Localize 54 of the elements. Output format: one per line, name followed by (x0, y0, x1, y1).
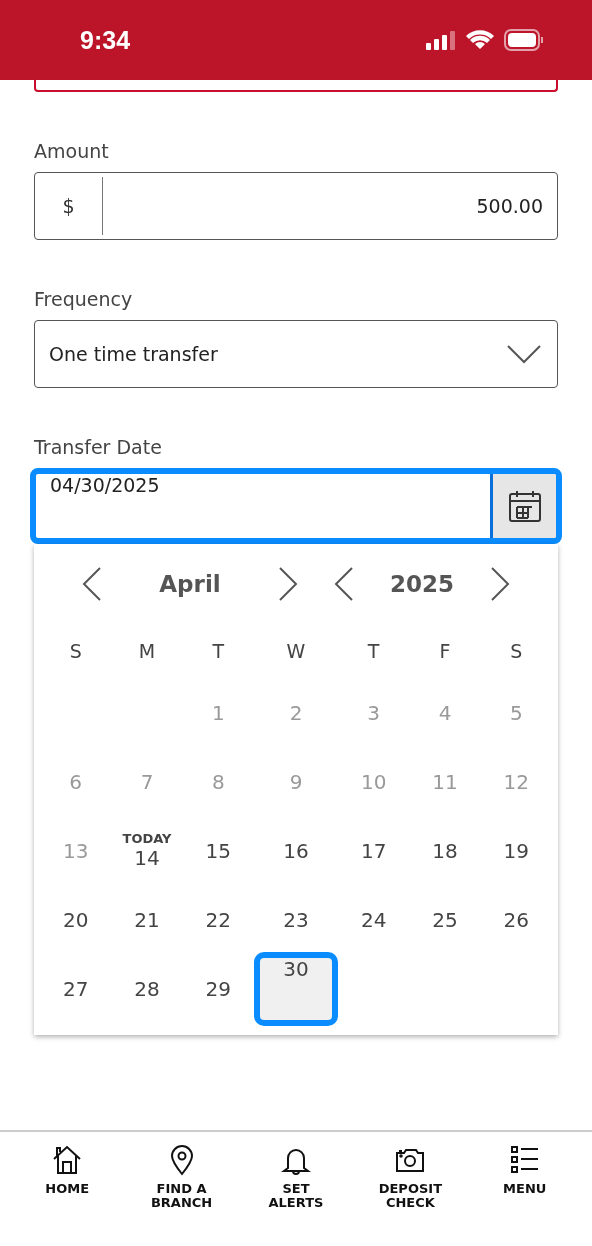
month-label: April (158, 571, 222, 597)
weekday-label: T (211, 639, 226, 664)
calendar-day[interactable]: 28 (134, 977, 160, 1000)
wifi-icon (466, 30, 494, 50)
calendar-day[interactable]: 17 (360, 839, 387, 862)
battery-icon (504, 29, 544, 51)
amount-field[interactable]: $ 500.00 (34, 172, 558, 240)
nav-item[interactable]: SET ALERTS (240, 1144, 351, 1246)
calendar-day[interactable]: 22 (205, 908, 232, 931)
frequency-dropdown[interactable]: One time transfer (34, 320, 558, 388)
chevron-left-icon (334, 566, 354, 602)
weekday-label: W (285, 639, 307, 664)
chevron-right-icon (490, 566, 510, 602)
calendar-day[interactable]: 21 (134, 908, 160, 931)
nav-item[interactable]: DEPOSIT CHECK (355, 1144, 466, 1246)
weekday-label: T (366, 639, 381, 664)
date-value: 04/30/2025 (49, 474, 161, 498)
calendar-day[interactable]: 25 (432, 908, 458, 931)
nav-item[interactable]: FIND A BRANCH (126, 1144, 237, 1246)
calendar-icon (507, 489, 542, 523)
calendar-day[interactable]: 29 (205, 977, 232, 1000)
calendar-day[interactable]: 15 (205, 839, 232, 862)
calendar-day[interactable]: 23 (283, 908, 309, 931)
calendar-day[interactable]: 20 (62, 908, 89, 931)
today-tag: TODAY (122, 832, 172, 847)
field-label: Frequency (34, 288, 134, 310)
weekday-label: M (137, 639, 157, 664)
chevron-down-icon (507, 344, 541, 364)
clock: 9:34 (80, 25, 131, 55)
weekday-label: S (509, 639, 524, 664)
signal-icon (426, 30, 456, 50)
calendar-day[interactable]: 19 (503, 839, 530, 862)
day-number: 14 (134, 846, 160, 869)
nav-item[interactable]: MENU (469, 1144, 580, 1246)
weekday-label: F (438, 639, 452, 664)
dropdown-value: One time transfer (48, 343, 219, 365)
field-label: Transfer Date (34, 436, 163, 458)
calendar-day[interactable]: 24 (360, 908, 387, 931)
weekday-label: S (68, 639, 83, 664)
calendar-day[interactable]: 30 (254, 951, 338, 1026)
calendar-day[interactable]: 26 (503, 908, 530, 931)
nav-item[interactable]: HOME (12, 1144, 123, 1246)
year-label: 2025 (389, 571, 455, 597)
date-field[interactable]: 04/30/2025 (30, 468, 562, 544)
calendar-day[interactable]: 16 (283, 839, 309, 862)
calendar-day[interactable]: 27 (62, 977, 89, 1000)
field-label: Amount (34, 140, 110, 162)
menu-icon (508, 1144, 541, 1176)
calendar-button[interactable] (490, 474, 556, 538)
calendar-day[interactable]: TODAY 14 (122, 832, 172, 869)
chevron-left-icon (82, 566, 102, 602)
amount-value: 500.00 (475, 195, 544, 217)
chevron-right-icon (278, 566, 298, 602)
calendar-day[interactable]: 18 (432, 839, 458, 862)
